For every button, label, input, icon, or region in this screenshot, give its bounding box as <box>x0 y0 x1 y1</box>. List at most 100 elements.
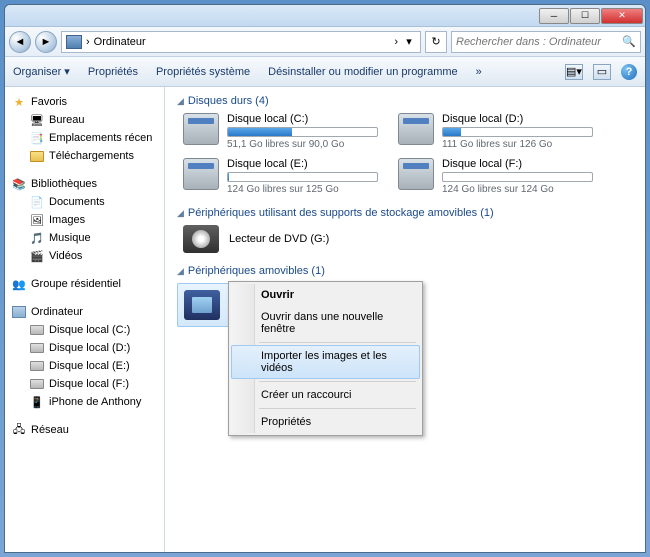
search-box[interactable]: 🔍 <box>451 31 641 53</box>
address-text: Ordinateur <box>94 36 391 48</box>
drive-f[interactable]: Disque local (F:) 124 Go libres sur 124 … <box>398 158 593 195</box>
homegroup-group[interactable]: 👥Groupe résidentiel <box>5 275 164 293</box>
drive-label: Disque local (C:) <box>227 113 378 125</box>
address-drop-1[interactable]: › <box>86 36 90 48</box>
nav-bar: ◄ ► › Ordinateur › ▾ ↻ 🔍 <box>5 27 645 57</box>
recent-icon: 📑 <box>29 131 45 145</box>
ctx-properties[interactable]: Propriétés <box>231 411 420 433</box>
computer-icon <box>12 306 26 318</box>
ctx-open[interactable]: Ouvrir <box>231 284 420 306</box>
images-icon: 🖼 <box>29 213 45 227</box>
back-button[interactable]: ◄ <box>9 31 31 53</box>
drive-label: Disque local (D:) <box>442 113 593 125</box>
ctx-create-shortcut[interactable]: Créer un raccourci <box>231 384 420 406</box>
usage-bar <box>442 127 593 137</box>
address-bar[interactable]: › Ordinateur › ▾ <box>61 31 421 53</box>
phone-icon: 📱 <box>29 395 45 409</box>
address-dropdown[interactable]: ▾ <box>402 35 416 48</box>
sidebar-item-downloads[interactable]: Téléchargements <box>5 147 164 165</box>
videos-icon: 🎬 <box>29 249 45 263</box>
network-group[interactable]: 🖧Réseau <box>5 421 164 439</box>
search-icon[interactable]: 🔍 <box>622 35 636 48</box>
refresh-button[interactable]: ↻ <box>425 31 447 53</box>
section-hard-drives[interactable]: ◢Disques durs (4) <box>177 95 637 107</box>
help-icon[interactable]: ? <box>621 64 637 80</box>
drive-icon <box>183 158 219 190</box>
sidebar-item-drive-c[interactable]: Disque local (C:) <box>5 321 164 339</box>
network-icon: 🖧 <box>11 423 27 437</box>
music-icon: 🎵 <box>29 231 45 245</box>
collapse-icon: ◢ <box>177 208 184 219</box>
documents-icon: 📄 <box>29 195 45 209</box>
sidebar-item-videos[interactable]: 🎬Vidéos <box>5 247 164 265</box>
homegroup-icon: 👥 <box>11 277 27 291</box>
collapse-icon: ◢ <box>177 96 184 107</box>
ctx-import-images-videos[interactable]: Importer les images et les vidéos <box>231 345 420 379</box>
preview-pane-button[interactable]: ▭ <box>593 64 611 80</box>
command-bar: Organiser ▾ Propriétés Propriétés systèm… <box>5 57 645 87</box>
drive-icon <box>30 343 44 353</box>
forward-button[interactable]: ► <box>35 31 57 53</box>
usage-text: 124 Go libres sur 124 Go <box>442 184 593 195</box>
sidebar-item-music[interactable]: 🎵Musique <box>5 229 164 247</box>
desktop-icon: 🖥 <box>29 113 45 127</box>
dvd-label: Lecteur de DVD (G:) <box>229 233 329 245</box>
sidebar-item-drive-d[interactable]: Disque local (D:) <box>5 339 164 357</box>
drive-icon <box>398 158 434 190</box>
explorer-window: ─ ☐ ✕ ◄ ► › Ordinateur › ▾ ↻ 🔍 Organiser… <box>4 4 646 553</box>
usage-bar <box>227 172 378 182</box>
context-menu: Ouvrir Ouvrir dans une nouvelle fenêtre … <box>228 281 423 436</box>
nav-pane: ★Favoris 🖥Bureau 📑Emplacements récen Tél… <box>5 87 165 552</box>
drive-icon <box>30 361 44 371</box>
section-removable-devices[interactable]: ◢Périphériques amovibles (1) <box>177 265 637 277</box>
sidebar-item-images[interactable]: 🖼Images <box>5 211 164 229</box>
separator <box>259 381 416 382</box>
separator <box>259 408 416 409</box>
sidebar-item-documents[interactable]: 📄Documents <box>5 193 164 211</box>
separator <box>259 342 416 343</box>
address-drop-2[interactable]: › <box>394 36 398 48</box>
collapse-icon: ◢ <box>177 266 184 277</box>
folder-icon <box>30 151 44 162</box>
minimize-button[interactable]: ─ <box>539 8 569 24</box>
search-input[interactable] <box>456 36 618 48</box>
drive-e[interactable]: Disque local (E:) 124 Go libres sur 125 … <box>183 158 378 195</box>
maximize-button[interactable]: ☐ <box>570 8 600 24</box>
sidebar-item-recent[interactable]: 📑Emplacements récen <box>5 129 164 147</box>
libraries-group[interactable]: 📚Bibliothèques <box>5 175 164 193</box>
dvd-icon <box>183 225 219 253</box>
properties-button[interactable]: Propriétés <box>88 66 138 78</box>
drive-d[interactable]: Disque local (D:) 111 Go libres sur 126 … <box>398 113 593 150</box>
sidebar-item-drive-e[interactable]: Disque local (E:) <box>5 357 164 375</box>
favorites-group[interactable]: ★Favoris <box>5 93 164 111</box>
drive-label: Disque local (F:) <box>442 158 593 170</box>
section-removable-storage[interactable]: ◢Périphériques utilisant des supports de… <box>177 207 637 219</box>
sidebar-item-bureau[interactable]: 🖥Bureau <box>5 111 164 129</box>
drive-label: Disque local (E:) <box>227 158 378 170</box>
organize-button[interactable]: Organiser ▾ <box>13 65 70 78</box>
dvd-drive[interactable]: Lecteur de DVD (G:) <box>177 225 637 253</box>
drive-icon <box>30 379 44 389</box>
more-commands[interactable]: » <box>476 66 482 78</box>
usage-text: 51,1 Go libres sur 90,0 Go <box>227 139 378 150</box>
computer-group[interactable]: Ordinateur <box>5 303 164 321</box>
drive-icon <box>30 325 44 335</box>
drive-icon <box>183 113 219 145</box>
view-button[interactable]: ▤▾ <box>565 64 583 80</box>
usage-bar <box>227 127 378 137</box>
close-button[interactable]: ✕ <box>601 8 643 24</box>
computer-icon <box>66 35 82 49</box>
drive-c[interactable]: Disque local (C:) 51,1 Go libres sur 90,… <box>183 113 378 150</box>
uninstall-button[interactable]: Désinstaller ou modifier un programme <box>268 66 458 78</box>
usage-text: 124 Go libres sur 125 Go <box>227 184 378 195</box>
ctx-open-new-window[interactable]: Ouvrir dans une nouvelle fenêtre <box>231 306 420 340</box>
titlebar: ─ ☐ ✕ <box>5 5 645 27</box>
drive-icon <box>398 113 434 145</box>
system-properties-button[interactable]: Propriétés système <box>156 66 250 78</box>
usage-text: 111 Go libres sur 126 Go <box>442 139 593 150</box>
star-icon: ★ <box>11 95 27 109</box>
sidebar-item-drive-f[interactable]: Disque local (F:) <box>5 375 164 393</box>
sidebar-item-iphone[interactable]: 📱iPhone de Anthony <box>5 393 164 411</box>
libraries-icon: 📚 <box>11 177 27 191</box>
usage-bar <box>442 172 593 182</box>
